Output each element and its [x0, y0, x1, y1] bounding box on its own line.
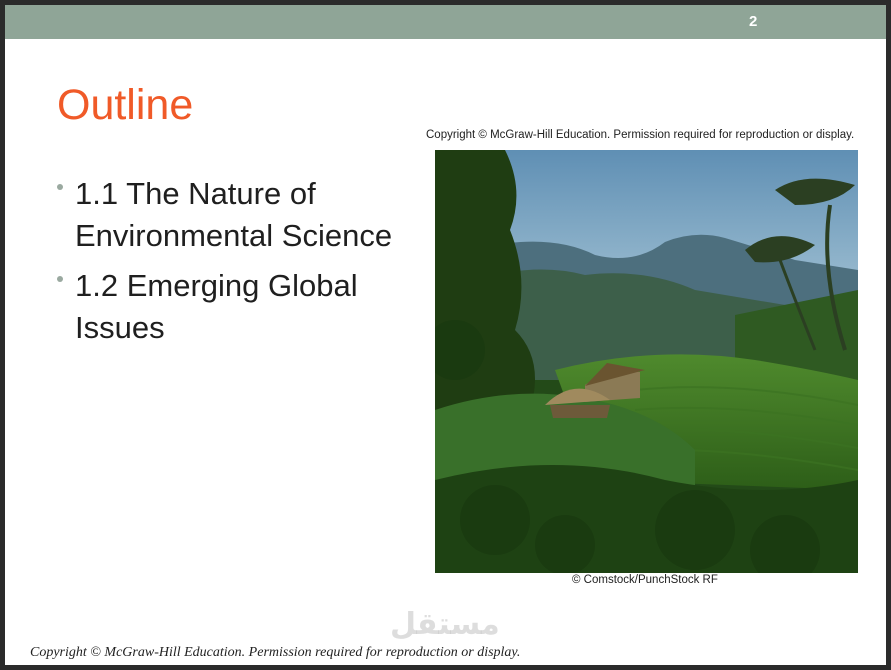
page-number: 2 [749, 13, 758, 30]
slide-title: Outline [57, 81, 194, 129]
landscape-photo [435, 150, 858, 573]
bullet-text: 1.1 The Nature of Environmental Science [75, 176, 393, 253]
bullet-dot-icon [57, 276, 63, 282]
slide-header-bar: 2 [5, 5, 886, 39]
footer-copyright: Copyright © McGraw-Hill Education. Permi… [30, 645, 521, 660]
image-copyright-notice: Copyright © McGraw-Hill Education. Permi… [426, 129, 855, 141]
bullet-item: 1.2 Emerging Global Issues [57, 265, 437, 349]
bullet-text: 1.2 Emerging Global Issues [75, 268, 358, 345]
landscape-illustration [435, 150, 858, 573]
bullet-dot-icon [57, 184, 63, 190]
slide: 2 Outline 1.1 The Nature of Environmenta… [5, 5, 886, 665]
bullet-list: 1.1 The Nature of Environmental Science … [57, 173, 437, 357]
photo-credit: © Comstock/PunchStock RF [572, 574, 718, 586]
bullet-item: 1.1 The Nature of Environmental Science [57, 173, 437, 257]
watermark-logo: مستقل [390, 607, 500, 642]
